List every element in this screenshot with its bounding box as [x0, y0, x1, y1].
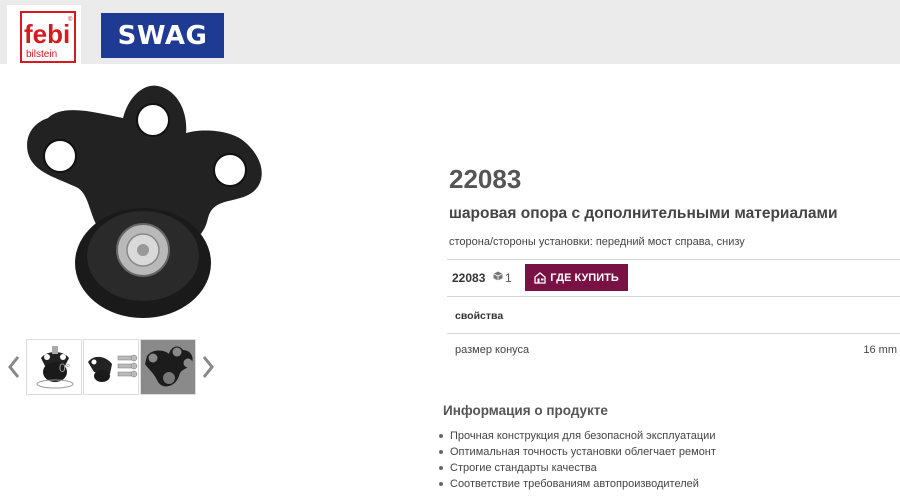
property-value: 16 mm: [863, 344, 897, 356]
svg-text:®: ®: [68, 16, 73, 23]
divider: [447, 259, 900, 260]
gallery-prev-arrow-icon[interactable]: [6, 354, 22, 380]
where-to-buy-label: ГДЕ КУПИТЬ: [550, 271, 619, 284]
ball-joint-360-thumb-image: 0°: [36, 346, 74, 389]
list-item: Прочная конструкция для безопасной экспл…: [438, 428, 716, 444]
divider: [447, 333, 900, 334]
svg-text:febi: febi: [24, 19, 70, 49]
properties-header: свойства: [455, 310, 504, 322]
divider: [447, 296, 900, 297]
febi-logo-box[interactable]: febi bilstein ®: [7, 5, 81, 64]
install-side-text: сторона/стороны установки: передний мост…: [449, 236, 745, 248]
swag-logo-text: SWAG: [117, 20, 208, 51]
property-name: размер конуса: [455, 344, 530, 356]
gallery-thumb-3[interactable]: [140, 339, 196, 395]
list-item: Оптимальная точность установки облегчает…: [438, 444, 716, 460]
svg-text:bilstein: bilstein: [26, 49, 57, 60]
gallery-thumb-2[interactable]: [83, 339, 139, 395]
febi-bilstein-logo: febi bilstein ®: [20, 11, 76, 63]
gallery-thumb-1[interactable]: 0°: [26, 339, 82, 395]
row-article-number: 22083: [452, 271, 486, 285]
thumb-360-label: 0°: [59, 361, 71, 375]
package-count: 1: [505, 271, 512, 285]
gallery-next-arrow-icon[interactable]: [200, 354, 216, 380]
list-item: Соответствие требованиям автопроизводите…: [438, 476, 716, 492]
article-number: 22083: [449, 164, 522, 194]
ball-joint-kit-thumb-image: [88, 354, 138, 382]
where-to-buy-button[interactable]: ГДЕ КУПИТЬ: [525, 264, 628, 291]
package-icon: [493, 271, 503, 281]
product-info-list: Прочная конструкция для безопасной экспл…: [438, 428, 716, 492]
store-icon: [534, 271, 546, 284]
product-title: шаровая опора с дополнительными материал…: [449, 205, 838, 222]
ball-joint-top-thumb-image: [145, 346, 193, 387]
swag-logo[interactable]: SWAG: [101, 13, 224, 58]
list-item: Строгие стандарты качества: [438, 460, 716, 476]
ball-joint-main-image[interactable]: [18, 78, 278, 323]
product-info-title: Информация о продукте: [443, 403, 608, 418]
brand-header: febi bilstein ® SWAG: [0, 0, 900, 64]
